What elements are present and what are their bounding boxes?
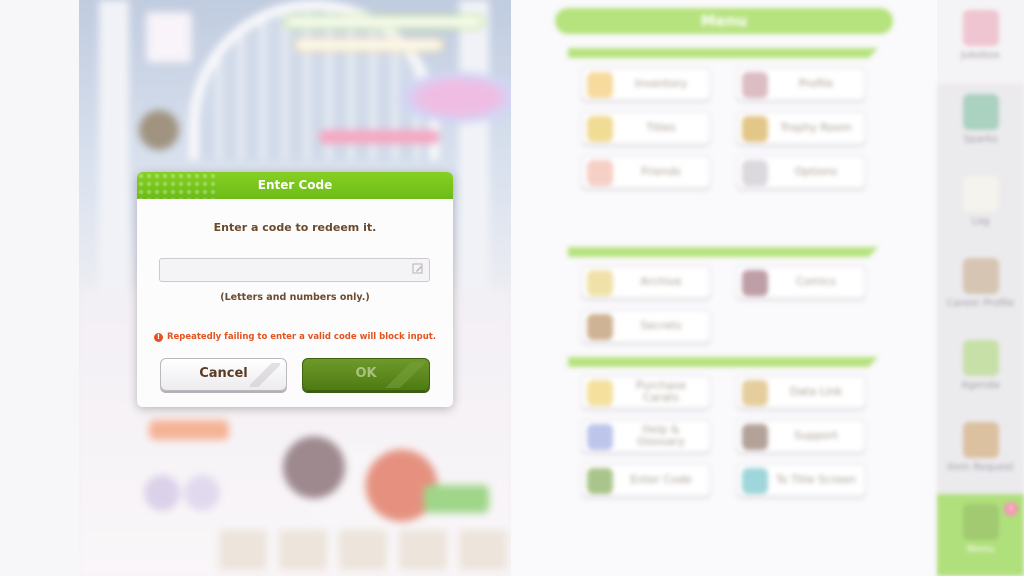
enter-code-dialog: Enter Code Enter a code to redeem it. (L… xyxy=(137,172,453,407)
dialog-prompt: Enter a code to redeem it. xyxy=(213,221,377,234)
dialog-header: Enter Code xyxy=(137,172,453,199)
dialog-title: Enter Code xyxy=(257,178,333,192)
code-input[interactable] xyxy=(159,258,430,282)
warning-text: Repeatedly failing to enter a valid code… xyxy=(166,332,437,342)
cancel-button[interactable]: Cancel xyxy=(160,358,287,391)
warning-message: ! Repeatedly failing to enter a valid co… xyxy=(137,332,453,342)
dialog-body: Enter a code to redeem it. (Letters and … xyxy=(137,199,453,407)
pencil-icon xyxy=(412,263,423,274)
ok-button[interactable]: OK xyxy=(302,358,430,391)
input-hint: (Letters and numbers only.) xyxy=(220,292,370,303)
warning-icon: ! xyxy=(153,332,163,342)
